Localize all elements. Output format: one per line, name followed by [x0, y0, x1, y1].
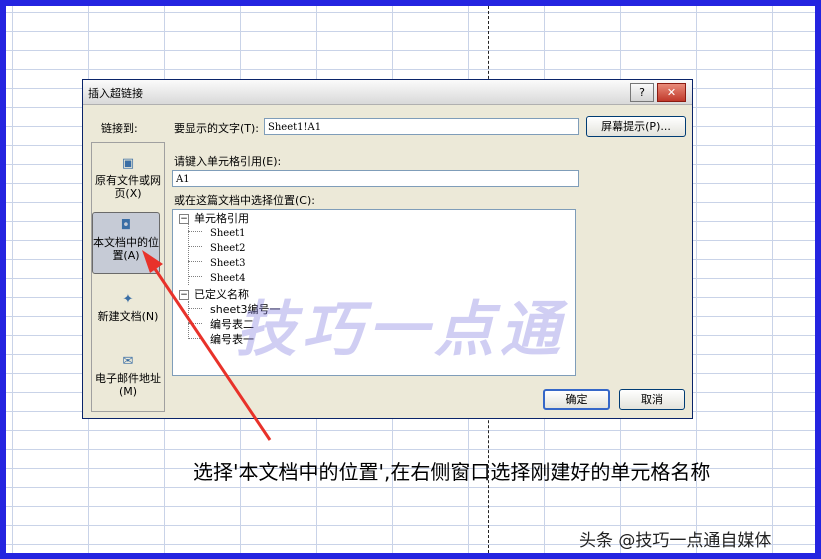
caption-text: 选择'本文档中的位置',在右侧窗口选择刚建好的单元格名称: [193, 460, 711, 484]
arrow-shaft: [147, 259, 272, 441]
credit-text: 头条 @技巧一点通自媒体: [579, 531, 772, 551]
screenshot-frame: 插入超链接 ? ✕ 链接到: 要显示的文字(T): Sheet1!A1 屏幕提示…: [0, 0, 821, 559]
arrow-head: [142, 250, 163, 273]
